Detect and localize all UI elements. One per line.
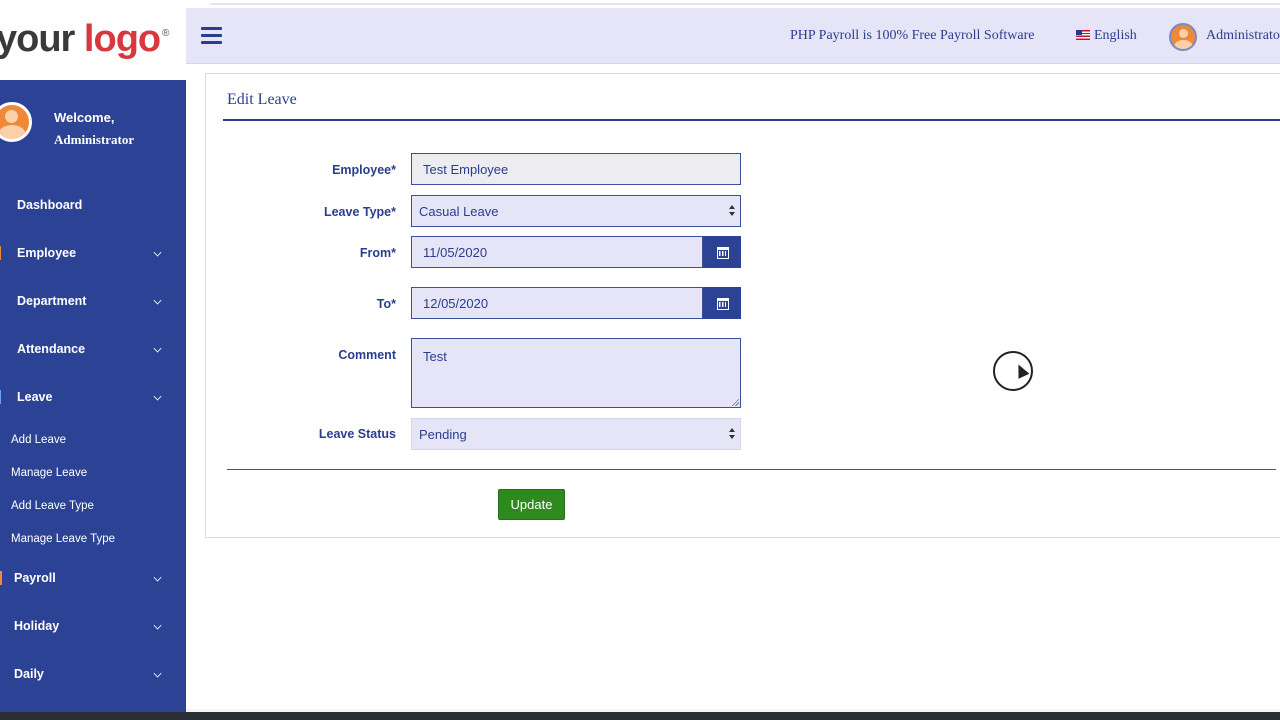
calendar-icon [717,298,729,310]
header-tagline: PHP Payroll is 100% Free Payroll Softwar… [790,28,1035,43]
chevron-down-icon [153,573,162,582]
logo-registered-mark: ® [162,28,170,39]
top-header: PHP Payroll is 100% Free Payroll Softwar… [186,8,1280,64]
sidebar-subitem-add-leave-type[interactable]: Add Leave Type [0,496,186,518]
update-button[interactable]: Update [498,489,565,520]
title-divider [223,119,1280,121]
language-selector[interactable]: English [1076,28,1137,44]
from-label: From* [359,246,396,260]
sidebar-item-dashboard[interactable]: Dashboard [0,190,186,220]
avatar-icon[interactable] [1169,23,1197,51]
leave-type-value: Casual Leave [419,204,499,219]
sidebar: Welcome, Administrator Dashboard Employe… [0,80,186,712]
sidebar-subitem-label: Add Leave [11,434,66,446]
sidebar-item-label: Holiday [14,619,60,633]
sidebar-item-label: Department [17,294,87,308]
welcome-user-name: Administrator [54,132,135,147]
to-label: To* [376,297,396,311]
sidebar-item-attendance[interactable]: Attendance [0,334,186,364]
from-date-value: 11/05/2020 [423,245,488,260]
sidebar-item-label: Leave [17,390,53,404]
language-label: English [1094,28,1137,43]
employee-value: Test Employee [423,162,509,177]
leave-status-label: Leave Status [318,427,396,441]
sidebar-item-label: Payroll [14,571,56,585]
to-calendar-button[interactable] [703,287,741,319]
sidebar-item-label: Daily [14,667,44,681]
chevron-down-icon [153,344,162,353]
sidebar-item-daily[interactable]: Daily [0,659,186,689]
from-date-input[interactable]: 11/05/2020 [411,236,703,268]
sidebar-item-label: Dashboard [17,198,83,212]
leave-status-select[interactable]: Pending [411,418,741,450]
hamburger-icon[interactable] [201,27,222,45]
flag-icon [1076,30,1090,40]
edit-leave-panel: Edit Leave Employee* Test Employee Leave… [205,73,1280,538]
logo-text: your logo [0,18,161,60]
resize-grip-icon[interactable] [731,398,739,406]
sidebar-item-payroll[interactable]: Payroll [0,563,186,593]
sidebar-item-leave[interactable]: Leave [0,382,186,412]
to-date-input[interactable]: 12/05/2020 [411,287,703,319]
employee-label: Employee* [332,163,396,177]
form-divider [227,469,1276,470]
active-marker [0,571,2,585]
sidebar-subitem-manage-leave-type[interactable]: Manage Leave Type [0,529,186,551]
employee-field[interactable]: Test Employee [411,153,741,185]
sidebar-subitem-label: Manage Leave [11,467,88,479]
chevron-down-icon [153,621,162,630]
sidebar-item-holiday[interactable]: Holiday [0,611,186,641]
header-user-name[interactable]: Administrator [1206,28,1280,44]
select-arrows-icon [728,428,736,441]
leave-type-label: Leave Type* [323,205,396,219]
sidebar-subitem-add-leave[interactable]: Add Leave [0,430,186,452]
comment-label: Comment [338,348,396,362]
from-calendar-button[interactable] [703,236,741,268]
sidebar-subitem-label: Manage Leave Type [11,533,116,545]
to-date-value: 12/05/2020 [423,296,489,311]
chevron-down-icon [153,248,162,257]
welcome-text: Welcome, [54,110,115,125]
sidebar-subitem-manage-leave[interactable]: Manage Leave [0,463,186,485]
comment-textarea[interactable]: Test [411,338,741,408]
select-arrows-icon [728,205,736,218]
page-title: Edit Leave [227,91,297,108]
active-marker [0,246,1,260]
sidebar-item-label: Employee [17,246,77,260]
sidebar-item-department[interactable]: Department [0,286,186,316]
chevron-down-icon [153,296,162,305]
sidebar-item-employee[interactable]: Employee [0,238,186,268]
bottom-bar [0,712,1280,720]
chevron-down-icon [153,669,162,678]
logo[interactable]: your logo ® [0,8,186,80]
comment-value: Test [423,349,447,364]
top-strip [0,0,1280,8]
chevron-down-icon [153,392,162,401]
user-avatar [0,102,32,142]
calendar-icon [717,247,729,259]
leave-status-value: Pending [419,427,467,442]
sidebar-item-label: Attendance [17,342,86,356]
active-marker [0,390,1,404]
sidebar-subitem-label: Add Leave Type [11,500,94,512]
leave-type-select[interactable]: Casual Leave [411,195,741,227]
